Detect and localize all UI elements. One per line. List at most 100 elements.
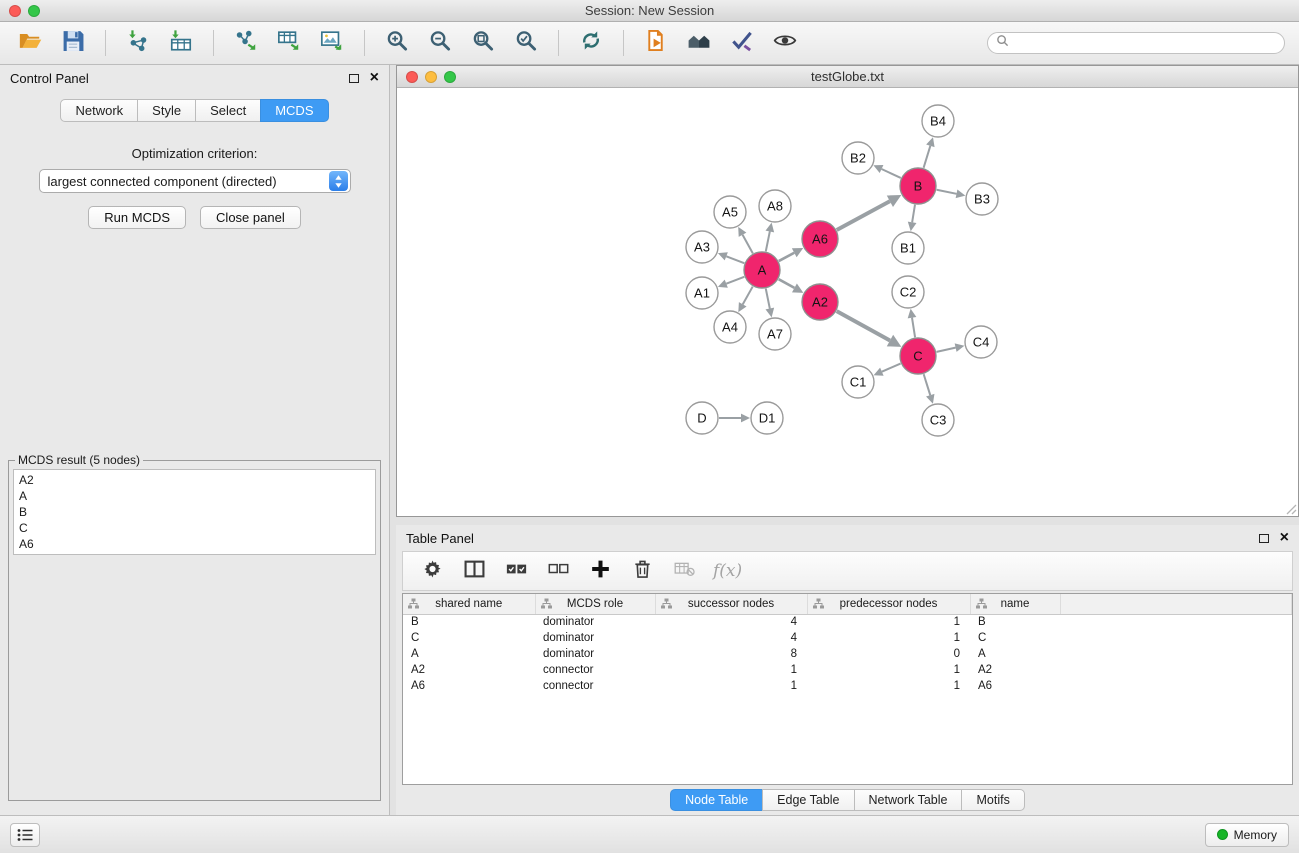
export-network-button[interactable] [226, 26, 266, 60]
network-edge-B-B1[interactable] [908, 205, 917, 231]
close-panel-icon[interactable]: × [370, 72, 379, 84]
network-node-A[interactable]: A [744, 252, 780, 288]
network-node-C2[interactable]: C2 [892, 276, 924, 308]
table-cell[interactable]: 1 [807, 630, 970, 646]
network-edge-A-A6[interactable] [779, 248, 803, 261]
share-document-button[interactable] [636, 26, 676, 60]
close-panel-button[interactable]: Close panel [200, 206, 301, 229]
tab-mcds[interactable]: MCDS [260, 99, 328, 122]
export-table-button[interactable] [269, 26, 309, 60]
network-node-A8[interactable]: A8 [759, 190, 791, 222]
column-header[interactable]: MCDS role [535, 594, 655, 614]
tab-node-table[interactable]: Node Table [670, 789, 763, 811]
network-edge-C-C4[interactable] [937, 343, 965, 352]
table-cell[interactable]: A2 [403, 662, 535, 678]
table-cell[interactable]: 4 [655, 630, 807, 646]
table-cell[interactable]: 1 [807, 614, 970, 630]
tab-edge-table[interactable]: Edge Table [762, 789, 854, 811]
network-node-B[interactable]: B [900, 168, 936, 204]
table-disabled-button[interactable] [671, 558, 697, 584]
table-cell[interactable]: A2 [970, 662, 1060, 678]
tab-style[interactable]: Style [137, 99, 196, 122]
network-edge-A-A2[interactable] [779, 279, 804, 293]
add-row-button[interactable] [587, 558, 613, 584]
table-cell[interactable]: C [970, 630, 1060, 646]
float-table-panel-icon[interactable] [1259, 534, 1269, 543]
network-node-C[interactable]: C [900, 338, 936, 374]
zoom-out-button[interactable] [420, 26, 460, 60]
zoom-selected-button[interactable] [506, 26, 546, 60]
network-edge-C-C3[interactable] [924, 374, 935, 404]
network-node-B3[interactable]: B3 [966, 183, 998, 215]
network-edge-B-B2[interactable] [873, 165, 900, 178]
network-node-B1[interactable]: B1 [892, 232, 924, 264]
memory-button[interactable]: Memory [1205, 823, 1289, 847]
resize-grip-icon[interactable] [1286, 504, 1297, 515]
network-edge-B-B3[interactable] [937, 190, 966, 199]
table-cell[interactable]: A6 [403, 678, 535, 694]
table-cell[interactable]: B [970, 614, 1060, 630]
column-header[interactable]: shared name [403, 594, 535, 614]
select-all-button[interactable] [503, 558, 529, 584]
home-button[interactable] [679, 26, 719, 60]
network-edge-D-D1[interactable] [719, 414, 750, 423]
eye-button[interactable] [765, 26, 805, 60]
deselect-all-button[interactable] [545, 558, 571, 584]
network-node-B4[interactable]: B4 [922, 105, 954, 137]
table-row[interactable]: A6connector11A6 [403, 678, 1292, 694]
network-node-B2[interactable]: B2 [842, 142, 874, 174]
table-cell[interactable]: 1 [807, 662, 970, 678]
network-node-A5[interactable]: A5 [714, 196, 746, 228]
table-cell[interactable]: dominator [535, 630, 655, 646]
split-columns-button[interactable] [461, 558, 487, 584]
network-edge-A-A8[interactable] [766, 223, 775, 252]
table-cell[interactable]: 0 [807, 646, 970, 662]
network-node-A7[interactable]: A7 [759, 318, 791, 350]
table-cell[interactable]: 1 [655, 662, 807, 678]
run-mcds-button[interactable]: Run MCDS [88, 206, 186, 229]
table-row[interactable]: Adominator80A [403, 646, 1292, 662]
table-row[interactable]: A2connector11A2 [403, 662, 1292, 678]
network-edge-C-C2[interactable] [908, 309, 917, 337]
zoom-window-icon[interactable] [28, 5, 40, 17]
minimize-network-icon[interactable] [425, 71, 437, 83]
tab-select[interactable]: Select [195, 99, 261, 122]
search-input[interactable] [1014, 36, 1276, 50]
function-builder-icon[interactable]: f(x) [713, 561, 742, 581]
table-cell[interactable]: A [970, 646, 1060, 662]
network-node-A3[interactable]: A3 [686, 231, 718, 263]
table-cell[interactable]: 1 [655, 678, 807, 694]
network-node-C3[interactable]: C3 [922, 404, 954, 436]
network-edge-C-C1[interactable] [874, 364, 901, 376]
table-cell[interactable]: 8 [655, 646, 807, 662]
table-cell[interactable]: C [403, 630, 535, 646]
tab-network[interactable]: Network [60, 99, 138, 122]
zoom-network-icon[interactable] [444, 71, 456, 83]
network-canvas[interactable]: B4B2BB3A5A8A6A3B1AA1C2A2A4A7C4CC1C3DD1 [397, 88, 1298, 516]
table-cell[interactable]: connector [535, 678, 655, 694]
close-network-icon[interactable] [406, 71, 418, 83]
network-edge-B-B4[interactable] [924, 137, 935, 168]
network-node-A4[interactable]: A4 [714, 311, 746, 343]
import-table-button[interactable] [161, 26, 201, 60]
table-row[interactable]: Bdominator41B [403, 614, 1292, 630]
gear-button[interactable] [419, 558, 445, 584]
import-network-button[interactable] [118, 26, 158, 60]
table-cell[interactable]: A6 [970, 678, 1060, 694]
network-node-D1[interactable]: D1 [751, 402, 783, 434]
network-node-D[interactable]: D [686, 402, 718, 434]
close-table-panel-icon[interactable]: × [1280, 532, 1289, 544]
table-cell[interactable]: A [403, 646, 535, 662]
refresh-button[interactable] [571, 26, 611, 60]
search-field[interactable] [987, 32, 1285, 54]
table-cell[interactable]: B [403, 614, 535, 630]
column-header[interactable]: successor nodes [655, 594, 807, 614]
column-header[interactable]: predecessor nodes [807, 594, 970, 614]
table-cell[interactable]: dominator [535, 646, 655, 662]
task-history-button[interactable] [10, 823, 40, 847]
network-edge-A2-C[interactable] [837, 311, 902, 347]
column-header[interactable]: name [970, 594, 1060, 614]
network-edge-A6-B[interactable] [837, 195, 902, 230]
float-panel-icon[interactable] [349, 74, 359, 83]
table-cell[interactable]: 4 [655, 614, 807, 630]
